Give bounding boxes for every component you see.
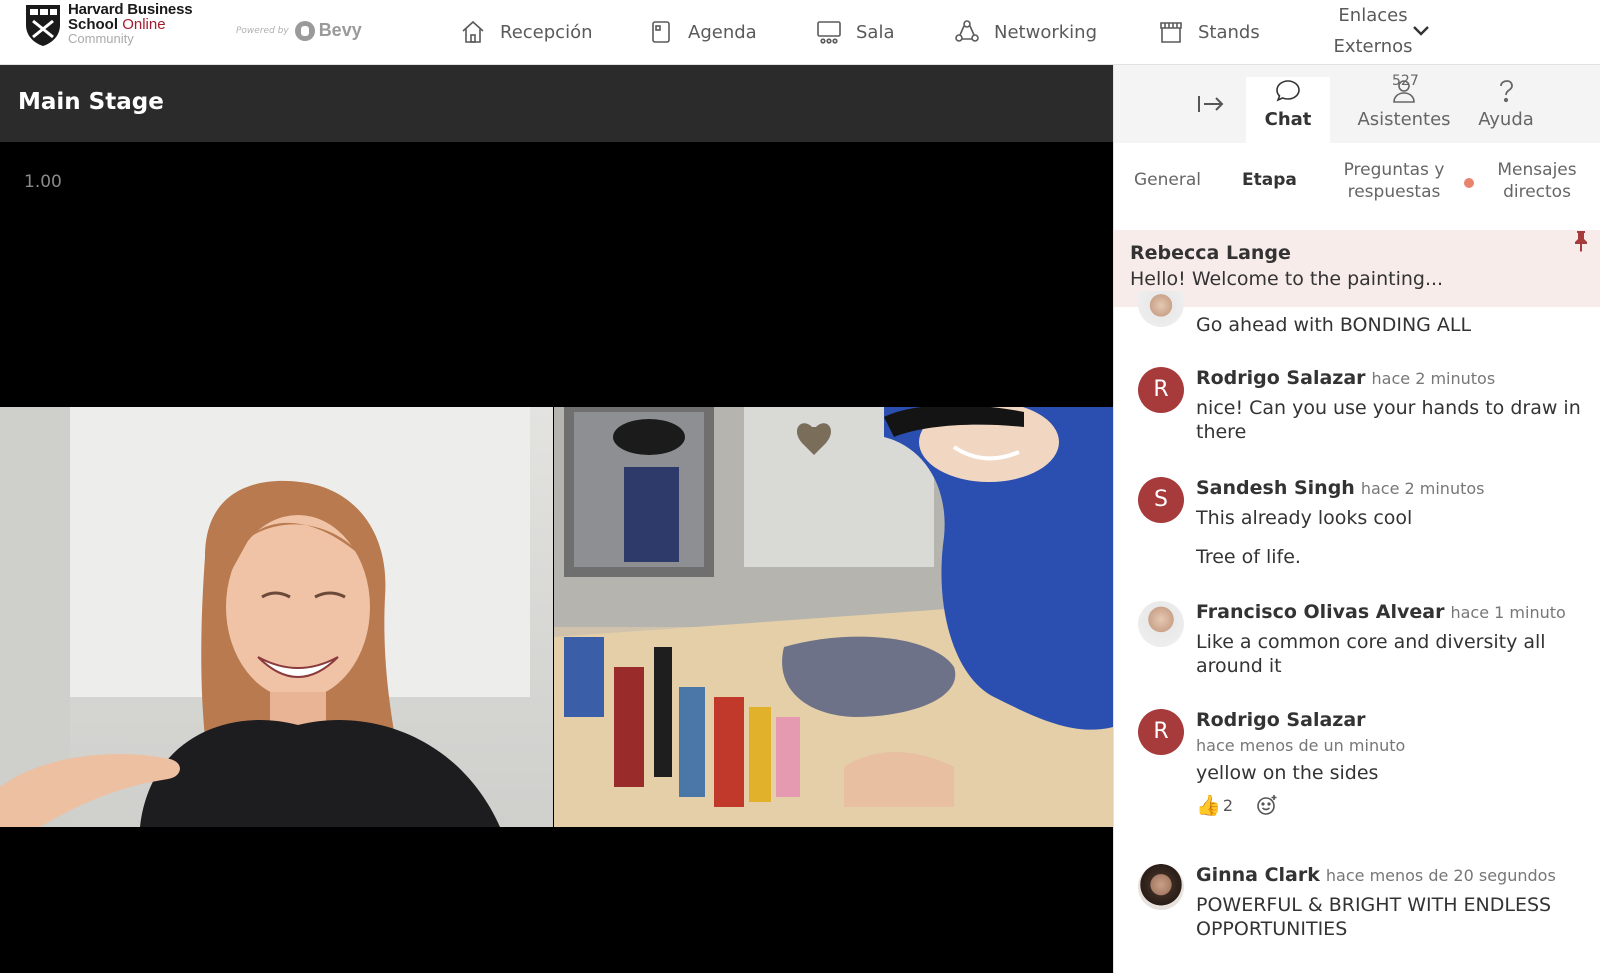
message-text: Go ahead with BONDING ALL [1196, 314, 1472, 336]
avatar[interactable]: R [1138, 709, 1184, 755]
room-icon [817, 21, 841, 44]
subtab-mensajes-line-1: Mensajes [1497, 160, 1577, 180]
message-time: hace menos de un minuto [1196, 736, 1406, 755]
powered-by-bevy: Powered by Bevy [236, 20, 362, 41]
nav-label: Agenda [688, 21, 757, 43]
tab-chat-label: Chat [1264, 109, 1312, 130]
message-text: nice! Can you use your hands to draw in … [1196, 397, 1581, 443]
subtab-preguntas-respuestas[interactable]: Preguntas y respuestas [1338, 159, 1450, 203]
attendee-count: 527 [1392, 73, 1419, 89]
nav-label: Recepción [500, 21, 593, 43]
help-question-icon [1500, 80, 1513, 103]
message-text: Like a common core and diversity all aro… [1196, 631, 1546, 677]
avatar[interactable] [1138, 601, 1184, 647]
message-text: This already looks cool [1196, 507, 1413, 529]
panel-tabs: Chat Asistentes 527 Ayuda [1114, 65, 1600, 143]
message-author: Sandesh Singh hace 2 minutos [1196, 477, 1484, 499]
nav-item-networking[interactable]: Networking [954, 0, 1097, 64]
pinned-text: Hello! Welcome to the painting... [1130, 268, 1444, 290]
chat-message: Go ahead with BONDING ALL [1114, 291, 1600, 355]
message-reactions: 👍 2 [1196, 793, 1279, 817]
bevy-name: Bevy [318, 20, 362, 40]
side-panel: Chat Asistentes 527 Ayuda General Etapa … [1113, 65, 1600, 973]
networking-icon [955, 20, 979, 42]
participant-video-left[interactable] [0, 407, 553, 827]
stage-title: Main Stage [18, 89, 164, 115]
nav-item-enlaces-externos[interactable]: Enlaces Externos [1318, 0, 1429, 64]
subtab-preguntas-line-1: Preguntas y [1343, 160, 1445, 180]
nav-label: Networking [994, 21, 1097, 43]
add-reaction-icon[interactable] [1255, 793, 1279, 817]
hbs-logo[interactable]: Harvard Business School Online Community [24, 1, 193, 47]
message-author: Francisco Olivas Alvear hace 1 minuto [1196, 601, 1566, 623]
stands-icon [1160, 22, 1182, 43]
message-text: yellow on the sides [1196, 762, 1379, 784]
subtab-mensajes-line-2: directos [1503, 182, 1571, 202]
subtab-mensajes-directos[interactable]: Mensajes directos [1492, 159, 1582, 203]
chat-message: Ginna Clark hace menos de 20 segundos POW… [1114, 860, 1600, 960]
participant-video-right[interactable] [554, 407, 1113, 827]
message-author: Ginna Clark hace menos de 20 segundos [1196, 864, 1556, 886]
avatar[interactable]: R [1138, 367, 1184, 413]
hbs-shield-icon [26, 5, 60, 46]
participant-right-illustration [554, 407, 1113, 827]
nav-label: Sala [856, 21, 895, 43]
tab-ayuda[interactable]: Ayuda [1466, 77, 1546, 130]
tab-chat[interactable]: Chat [1246, 77, 1330, 143]
logo-text: Harvard Business School Online Community [68, 1, 193, 46]
subtab-general[interactable]: General [1134, 169, 1201, 191]
logo-line-3: Community [68, 31, 134, 46]
agenda-icon [652, 21, 670, 43]
message-text: POWERFUL & BRIGHT WITH ENDLESS OPPORTUNI… [1196, 894, 1552, 940]
author-name[interactable]: Francisco Olivas Alvear [1196, 601, 1444, 623]
home-icon [462, 20, 484, 43]
nav-item-stands[interactable]: Stands [1158, 0, 1260, 64]
logo-line-1: Harvard Business [68, 1, 193, 18]
message-text: Tree of life. [1196, 546, 1301, 568]
stage-header: Main Stage [0, 65, 1113, 142]
nav-item-agenda[interactable]: Agenda [648, 0, 757, 64]
top-navigation-bar: Harvard Business School Online Community… [0, 0, 1600, 65]
author-name[interactable]: Rodrigo Salazar [1196, 367, 1366, 389]
avatar[interactable] [1138, 291, 1184, 327]
chat-bubble-icon [1276, 80, 1300, 102]
tab-asistentes-label: Asistentes [1357, 109, 1451, 130]
message-time: hace 2 minutos [1371, 369, 1496, 388]
author-name[interactable]: Ginna Clark [1196, 864, 1320, 886]
nav-item-sala[interactable]: Sala [816, 0, 895, 64]
chevron-down-icon [1413, 26, 1429, 36]
message-author: Rodrigo Salazar hace 2 minutos [1196, 367, 1495, 389]
message-time: hace menos de 20 segundos [1325, 866, 1556, 885]
tab-ayuda-label: Ayuda [1478, 109, 1534, 130]
pin-icon[interactable] [1572, 230, 1590, 252]
message-time: hace 2 minutos [1360, 479, 1485, 498]
message-time: hace 1 minuto [1450, 603, 1566, 622]
avatar[interactable] [1138, 864, 1184, 910]
pinned-message[interactable]: Rebecca Lange Hello! Welcome to the pain… [1114, 230, 1600, 307]
chat-message: R Rodrigo Salazar hace menos de un minut… [1114, 705, 1600, 825]
zoom-level: 1.00 [24, 172, 62, 192]
powered-by-label: Powered by [236, 25, 289, 36]
pinned-author: Rebecca Lange [1130, 242, 1291, 264]
nav-item-recepcion[interactable]: Recepción [460, 0, 593, 64]
video-stage[interactable]: 1.00 [0, 142, 1113, 973]
author-name[interactable]: Sandesh Singh [1196, 477, 1355, 499]
thumbs-up-reaction-icon[interactable]: 👍 [1196, 793, 1221, 817]
subtab-etapa[interactable]: Etapa [1242, 169, 1297, 191]
message-author[interactable]: Rodrigo Salazar [1196, 709, 1366, 731]
bevy-logo-icon [294, 20, 315, 41]
reaction-count: 2 [1222, 795, 1234, 815]
unread-dot [1464, 178, 1474, 188]
chat-message: S Sandesh Singh hace 2 minutos This alrea… [1114, 473, 1600, 573]
subtab-preguntas-line-2: respuestas [1347, 182, 1441, 202]
collapse-panel-icon[interactable] [1196, 93, 1226, 115]
chat-message: Francisco Olivas Alvear hace 1 minuto Lik… [1114, 597, 1600, 687]
chat-message: R Rodrigo Salazar hace 2 minutos nice! Ca… [1114, 363, 1600, 453]
nav-label: Stands [1198, 21, 1260, 43]
participant-left-illustration [0, 407, 530, 827]
avatar[interactable]: S [1138, 477, 1184, 523]
